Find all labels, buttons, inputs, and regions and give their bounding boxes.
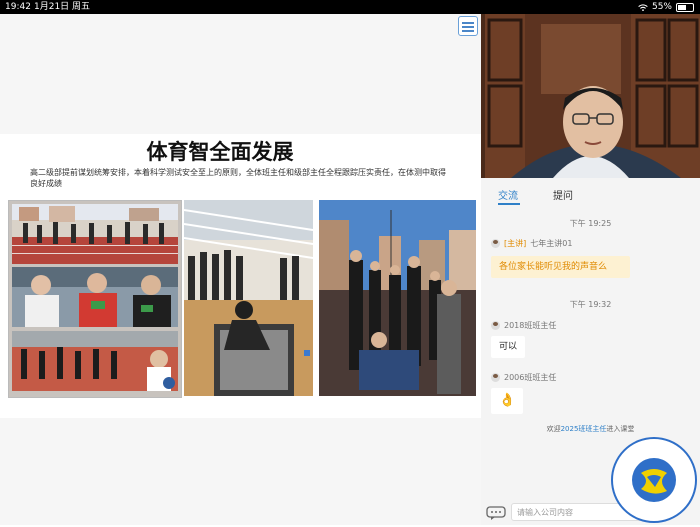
slide-description: 高二级部提前谋划统筹安排，本着科学测试安全至上的原则，全体班主任和级部主任全程跟… [30, 168, 446, 188]
notice-suffix: 进入课堂 [606, 425, 635, 433]
message-bubble: 可以 [491, 336, 526, 358]
photo-track-students [8, 200, 182, 398]
slide-title: 体育智全面发展 [146, 139, 294, 164]
school-logo [611, 437, 697, 523]
sender-role: [主讲] [504, 239, 527, 248]
avatar-icon [491, 373, 500, 382]
slide-area: 体育智全面发展 高二级部提前谋划统筹安排，本着科学测试安全至上的原则，全体班主任… [0, 14, 481, 525]
chat-bubble-icon[interactable] [486, 506, 506, 520]
teacher-video [481, 14, 700, 178]
school-logo-image [611, 437, 697, 523]
message-timestamp: 下午 19:32 [569, 300, 612, 309]
notice-name: 2025班班主任 [560, 425, 607, 433]
photo-collage-image [12, 204, 178, 391]
photo-outdoor-group [319, 200, 476, 396]
emoji-bubble: 👌 [491, 388, 524, 414]
status-right: 55% [638, 0, 694, 14]
sender-name: 2006班班主任 [504, 373, 557, 382]
avatar-icon [491, 239, 500, 248]
avatar-icon [491, 321, 500, 330]
wifi-icon [638, 3, 648, 11]
teacher-video-image [481, 14, 700, 178]
sender-name: 2018班班主任 [504, 321, 557, 330]
status-bar: 19:42 1月21日 周五 55% [0, 0, 700, 14]
active-tab-indicator [498, 203, 520, 205]
message-bubble: 各位家长能听见我的声音么 [491, 256, 630, 278]
photo-indoor-image [184, 200, 313, 396]
chat-tabs: 交流 提问 [481, 178, 700, 208]
join-notice: 欢迎2025班班主任进入课堂 [481, 424, 700, 434]
message-sender: [主讲] 七年主讲01 [491, 238, 572, 249]
notice-prefix: 欢迎 [546, 425, 561, 433]
tab-questions[interactable]: 提问 [553, 187, 573, 202]
photo-outdoor-image [319, 200, 476, 396]
slide: 体育智全面发展 高二级部提前谋划统筹安排，本着科学测试安全至上的原则，全体班主任… [0, 134, 481, 418]
battery-icon [676, 2, 694, 12]
message-sender: 2006班班主任 [491, 372, 556, 383]
menu-button[interactable] [458, 16, 478, 36]
battery-percent: 55% [651, 2, 672, 12]
status-date: 1月21日 周五 [34, 2, 91, 12]
sender-name: 七年主讲01 [530, 239, 573, 248]
tab-chat[interactable]: 交流 [498, 187, 518, 202]
photo-indoor-test [184, 200, 313, 396]
status-time: 19:42 [5, 2, 31, 12]
message-sender: 2018班班主任 [491, 320, 556, 331]
message-timestamp: 下午 19:25 [569, 219, 612, 228]
